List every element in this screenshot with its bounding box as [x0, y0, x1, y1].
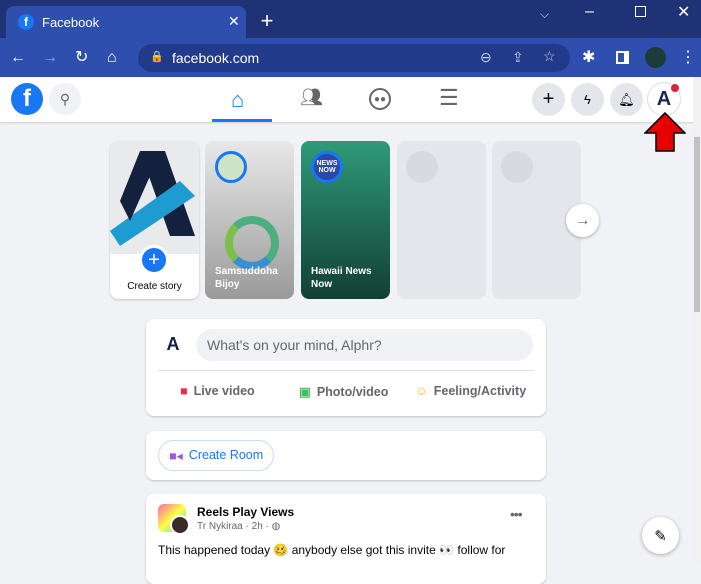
home-button[interactable]: ⌂	[107, 48, 117, 68]
stories-next-button[interactable]: →	[566, 204, 599, 237]
facebook-header: f ⚲ ⌂ 👥︎ ●● ☰ + ϟ 🔔︎ A	[0, 77, 693, 122]
story-author: Hawaii News Now	[311, 266, 372, 290]
feeling-activity-label: Feeling/Activity	[433, 384, 527, 398]
close-tab-icon[interactable]: ✕	[228, 13, 240, 30]
author-avatar	[170, 515, 190, 535]
post-card: Reels Play Views Tr Nykiraa · 2h · ◍ •••…	[146, 494, 546, 584]
nav-home[interactable]: ⌂	[212, 77, 272, 122]
story-avatar	[215, 151, 247, 183]
create-button[interactable]: +	[532, 83, 565, 116]
new-message-button[interactable]: ✎	[642, 517, 679, 554]
room-card: ■◂ Create Room	[146, 431, 546, 480]
notification-dot	[671, 84, 679, 92]
extensions-icon[interactable]: ✱	[582, 48, 595, 68]
url-text: facebook.com	[172, 50, 260, 66]
scrollbar[interactable]	[693, 77, 701, 564]
tab-title: Facebook	[42, 15, 100, 30]
create-room-button[interactable]: ■◂ Create Room	[158, 440, 275, 471]
messenger-button[interactable]: ϟ	[571, 83, 604, 116]
create-story-card[interactable]: + Create story	[110, 141, 199, 299]
nav-groups-icon[interactable]: ●●	[369, 88, 391, 110]
address-bar[interactable]: 🔒 facebook.com ⊖ ⇪ ☆	[138, 44, 570, 72]
maximize-button[interactable]	[635, 6, 646, 17]
lock-icon: 🔒	[150, 51, 164, 63]
new-tab-button[interactable]: +	[257, 10, 277, 32]
video-camera-icon: ■◂	[169, 449, 183, 463]
post-page-name[interactable]: Reels Play Views	[197, 505, 294, 519]
add-story-icon[interactable]: +	[139, 245, 169, 275]
live-video-icon: ■	[180, 384, 188, 398]
close-window-button[interactable]: ✕	[677, 3, 690, 23]
facebook-logo[interactable]: f	[11, 83, 43, 115]
browser-tab[interactable]: f Facebook ✕	[6, 6, 246, 38]
tab-search-icon[interactable]: ⌵	[540, 4, 549, 24]
live-video-label: Live video	[193, 384, 255, 398]
story-profile-image	[110, 141, 199, 254]
bookmark-star-icon[interactable]: ☆	[543, 48, 556, 65]
story-image-ring	[225, 216, 279, 270]
search-button[interactable]: ⚲	[49, 83, 81, 115]
menu-icon[interactable]: ⋮	[680, 48, 696, 68]
photo-icon: ▣	[299, 385, 311, 399]
photo-video-label: Photo/video	[316, 384, 389, 399]
profile-avatar[interactable]	[645, 47, 666, 68]
globe-icon: ◍	[271, 521, 281, 532]
placeholder-avatar	[406, 151, 438, 183]
divider	[158, 370, 534, 371]
post-meta: Tr Nykiraa · 2h · ◍	[197, 521, 281, 532]
post-time[interactable]: 2h	[252, 521, 263, 532]
story-author: Samsuddoha Bijoy	[215, 266, 278, 290]
post-options-button[interactable]: •••	[510, 506, 523, 522]
home-icon: ⌂	[231, 87, 245, 112]
status-input[interactable]: What's on your mind, Alphr?	[196, 329, 533, 361]
feeling-activity-button[interactable]: ☺ Feeling/Activity	[415, 384, 526, 398]
create-story-label: Create story	[127, 281, 182, 292]
forward-button[interactable]: →	[42, 48, 58, 68]
story-avatar: NEWS NOW	[311, 151, 343, 183]
story-card[interactable]: Samsuddoha Bijoy	[205, 141, 294, 299]
zoom-icon[interactable]: ⊖	[480, 49, 492, 66]
notifications-button[interactable]: 🔔︎	[610, 83, 643, 116]
back-button[interactable]: ←	[10, 48, 26, 68]
minimize-button[interactable]: –	[585, 2, 594, 22]
facebook-favicon-icon: f	[18, 14, 34, 30]
reload-button[interactable]: ↻	[75, 48, 88, 68]
placeholder-avatar	[501, 151, 533, 183]
user-avatar: A	[158, 329, 188, 359]
story-placeholder	[397, 141, 486, 299]
create-room-label: Create Room	[188, 448, 264, 462]
account-avatar[interactable]: A	[647, 82, 681, 116]
post-author[interactable]: Tr Nykiraa	[197, 521, 243, 532]
nav-friends-icon[interactable]: 👥︎	[300, 87, 323, 108]
post-text: This happened today 🥴 anybody else got t…	[158, 543, 506, 557]
live-video-button[interactable]: ■ Live video	[180, 384, 255, 398]
side-panel-icon[interactable]	[616, 51, 629, 64]
nav-menu-icon[interactable]: ☰	[439, 85, 459, 111]
photo-video-button[interactable]: ▣ Photo/video	[299, 384, 389, 400]
story-card[interactable]: NEWS NOW Hawaii News Now	[301, 141, 390, 299]
feeling-icon: ☺	[415, 384, 428, 398]
red-arrow-annotation	[643, 111, 687, 152]
share-icon[interactable]: ⇪	[512, 49, 524, 66]
composer-card: A What's on your mind, Alphr? ■ Live vide…	[146, 319, 546, 416]
